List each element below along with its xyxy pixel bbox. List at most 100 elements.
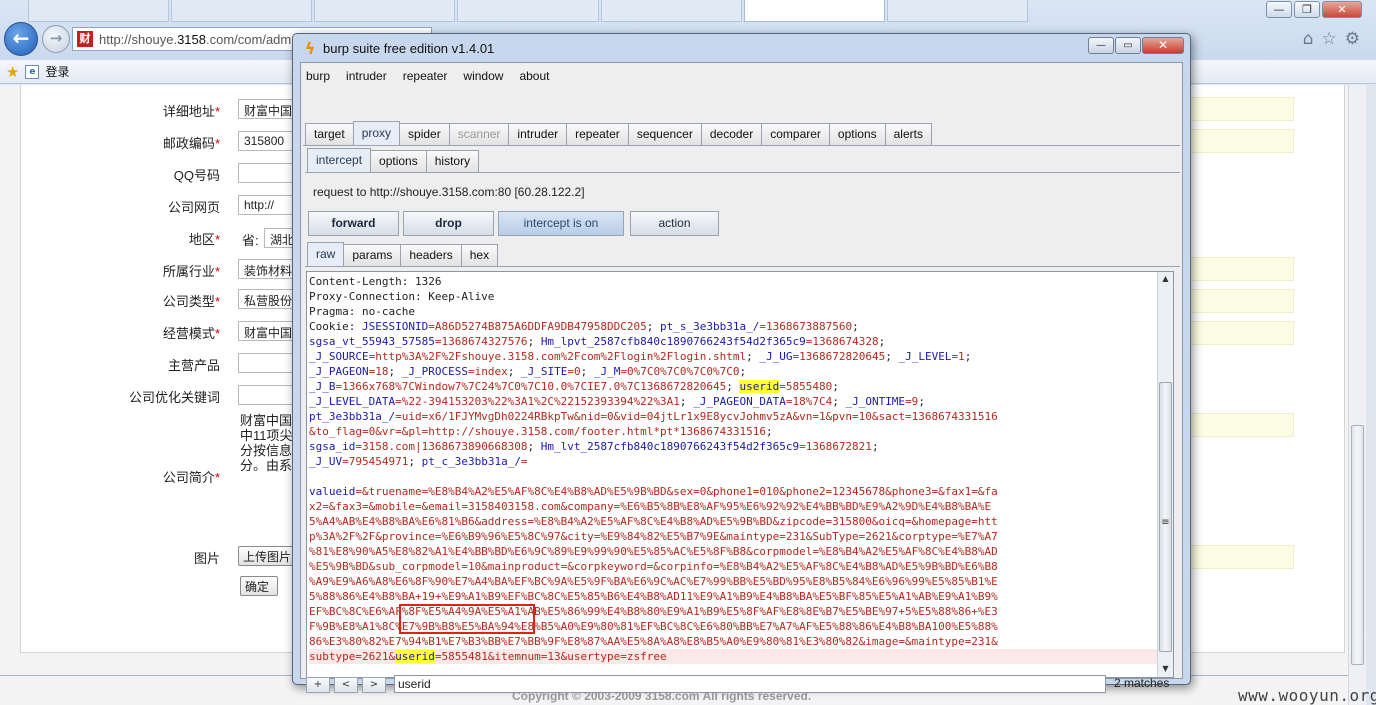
drop-button[interactable]: drop [403, 211, 494, 236]
gear-icon[interactable]: ⚙ [1345, 29, 1360, 49]
upload-image-button[interactable]: 上传图片 [238, 546, 294, 566]
tab-headers[interactable]: headers [400, 244, 462, 266]
favorites-icon[interactable]: ★ [6, 63, 19, 81]
tab-spider[interactable]: spider [399, 123, 450, 145]
request-token: ; [746, 350, 760, 363]
qq-input[interactable] [238, 163, 294, 183]
request-token: =0 [567, 365, 581, 378]
action-button[interactable]: action [630, 211, 719, 236]
tab-sequencer[interactable]: sequencer [627, 123, 702, 145]
browser-tab[interactable] [457, 0, 599, 22]
window-minimize-button[interactable]: — [1266, 1, 1292, 18]
address-url[interactable]: http://shouye.3158.com/com/adm [99, 32, 291, 47]
industry-select[interactable]: 装饰材料 [238, 259, 294, 279]
back-icon[interactable]: ← [4, 22, 38, 56]
request-token: _J_SITE [520, 365, 568, 378]
window-close-button[interactable]: ✕ [1322, 1, 1362, 18]
hint-box [1190, 97, 1294, 121]
editor-scrollbar[interactable]: ▲ ≡ ▼ [1157, 272, 1173, 677]
menu-repeater[interactable]: repeater [403, 69, 448, 83]
homepage-input[interactable]: http:// [238, 195, 294, 215]
browser-tab[interactable] [171, 0, 313, 22]
tab-proxy[interactable]: proxy [352, 121, 401, 145]
forward-icon[interactable]: → [42, 25, 70, 53]
request-token: _J_UG [759, 350, 793, 363]
request-token: =index [467, 365, 508, 378]
view-tab-baseline [305, 266, 1180, 267]
request-token: ; [918, 395, 925, 408]
home-icon[interactable]: ⌂ [1303, 29, 1314, 49]
tab-decoder[interactable]: decoder [700, 123, 763, 145]
tab-alerts[interactable]: alerts [884, 123, 932, 145]
favorites-star-icon[interactable]: ☆ [1322, 29, 1337, 49]
company-type-select[interactable]: 私营股份 [238, 289, 294, 309]
search-match-count: 2 matches [1114, 676, 1170, 690]
browser-tab[interactable] [886, 0, 1028, 22]
request-token: 5%88%86%E4%B8%BA+19+%E9%A1%B9%EF%BC%8C%E… [309, 590, 998, 603]
main-products-input[interactable] [238, 353, 294, 373]
request-token: %A9%E9%A6%A8%E6%8F%90%E7%A4%BA%EF%BC%9A%… [309, 575, 998, 588]
label-zipcode: 邮政编码* [162, 136, 220, 151]
menu-intruder[interactable]: intruder [346, 69, 387, 83]
business-model-select[interactable]: 财富中国 [238, 321, 294, 341]
request-token: =3158.com|1368673890668308 [355, 440, 528, 453]
keywords-input[interactable] [238, 385, 294, 405]
favorites-login-link[interactable]: 登录 [45, 63, 69, 80]
province-select[interactable]: 湖北 [264, 228, 294, 248]
zipcode-input[interactable]: 315800 [238, 131, 294, 151]
window-maximize-button[interactable]: ❐ [1294, 1, 1320, 18]
browser-tab[interactable] [28, 0, 170, 22]
request-token: pt_s_3e3bb31a_/ [660, 320, 760, 333]
request-token: =18%7C4 [785, 395, 833, 408]
request-line: _J_UV=795454971; pt_c_3e3bb31a_/= [309, 454, 1157, 469]
search-prev-button[interactable]: < [334, 677, 358, 693]
tab-options[interactable]: options [828, 123, 886, 145]
search-help-button[interactable]: + [306, 677, 330, 693]
tab-proxy-options[interactable]: options [370, 150, 427, 172]
label-company-intro: 公司简介* [162, 470, 220, 485]
tab-params[interactable]: params [343, 244, 402, 266]
browser-tab-active[interactable] [743, 0, 885, 22]
page-scrollbar[interactable] [1348, 85, 1366, 705]
burp-maximize-button[interactable]: ▭ [1115, 37, 1141, 54]
request-line: p%3A%2F%2F&province=%E6%B9%96%E5%8C%97&c… [309, 529, 1157, 544]
request-token: ; [646, 320, 661, 333]
menu-about[interactable]: about [519, 69, 549, 83]
menu-window[interactable]: window [463, 69, 503, 83]
tab-repeater[interactable]: repeater [566, 123, 629, 145]
site-favicon-icon: 财 [77, 31, 93, 47]
company-intro-textarea[interactable]: 财富中国中11项尖分按信息分。由系 [240, 413, 296, 473]
tab-hex[interactable]: hex [460, 244, 499, 266]
scroll-down-icon[interactable]: ▼ [1160, 664, 1171, 675]
proxy-tab-baseline [305, 172, 1180, 173]
url-domain: 3158 [177, 31, 206, 47]
label-keywords: 公司优化关键词 [128, 390, 220, 405]
forward-button[interactable]: forward [308, 211, 399, 236]
browser-tab[interactable] [314, 0, 456, 22]
request-token: ; [580, 365, 594, 378]
tab-scanner[interactable]: scanner [448, 123, 510, 145]
burp-minimize-button[interactable]: — [1088, 37, 1114, 54]
browser-tab[interactable] [600, 0, 742, 22]
menu-burp[interactable]: burp [306, 69, 330, 83]
page-scroll-thumb[interactable] [1351, 425, 1364, 665]
scroll-up-icon[interactable]: ▲ [1160, 274, 1171, 285]
search-next-button[interactable]: > [362, 677, 386, 693]
burp-close-button[interactable]: ✕ [1142, 37, 1184, 54]
tab-target[interactable]: target [305, 123, 354, 145]
confirm-button[interactable]: 确定 [240, 576, 278, 596]
tab-intercept[interactable]: intercept [307, 148, 372, 172]
tab-raw[interactable]: raw [307, 242, 345, 266]
hint-box [1190, 257, 1294, 281]
request-token: =uid=x6/1FJYMvgDh0224RBkpTw&nid=0&vid=04… [395, 410, 998, 423]
tab-history[interactable]: history [425, 150, 480, 172]
request-token: 5%A4%AB%E4%B8%BA%E6%81%B6&address=%E8%B4… [309, 515, 998, 528]
intercept-toggle-button[interactable]: intercept is on [498, 211, 624, 236]
search-input[interactable]: userid [394, 675, 1106, 693]
address-input[interactable]: 财富中国 [238, 99, 294, 119]
burp-titlebar[interactable]: ϟ burp suite free edition v1.4.01 — ▭ ✕ [293, 34, 1190, 62]
tab-intruder[interactable]: intruder [508, 123, 568, 145]
tab-comparer[interactable]: comparer [761, 123, 830, 145]
request-token: _J_SOURCE [309, 350, 369, 363]
request-token: =1368674328 [805, 335, 879, 348]
